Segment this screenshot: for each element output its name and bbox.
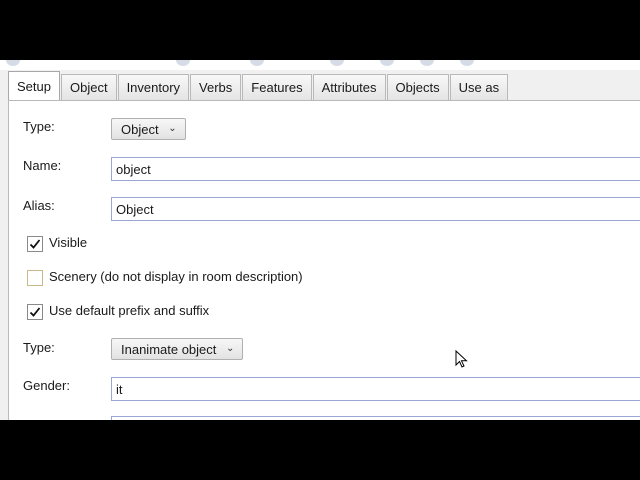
tab-inventory[interactable]: Inventory [117,74,190,100]
mouse-pointer-icon [455,349,469,373]
tab-bar: Setup Object Inventory Verbs Features At… [8,71,509,100]
scenery-checkbox[interactable] [27,270,43,286]
next-field[interactable] [111,416,640,420]
object-type-select-value: Inanimate object [121,341,217,357]
type2-label: Type: [23,340,55,355]
default-prefix-label: Use default prefix and suffix [49,303,210,318]
chevron-down-icon: ⌄ [168,123,177,134]
alias-field[interactable]: Object [111,197,640,221]
tab-verbs[interactable]: Verbs [190,74,242,100]
tab-attributes[interactable]: Attributes [312,74,386,100]
name-label: Name: [23,158,62,173]
setup-panel: Type: Object ⌄ Name: object Alias: Objec… [8,100,640,420]
object-type-select[interactable]: Inanimate object ⌄ [111,338,244,360]
tab-features[interactable]: Features [242,74,312,100]
scenery-label: Scenery (do not display in room descript… [49,269,303,284]
gender-label: Gender: [23,378,70,393]
type-label: Type: [23,119,55,134]
checkmark-icon [29,239,41,249]
tab-object[interactable]: Object [60,74,117,100]
type-select-value: Object [121,121,159,137]
name-field[interactable]: object [111,157,640,181]
chevron-down-icon: ⌄ [226,343,235,354]
visible-checkbox[interactable] [27,236,43,252]
tab-use-as[interactable]: Use as [449,74,509,100]
type-select[interactable]: Object ⌄ [111,118,186,140]
toolbar-strip [0,60,640,70]
gender-field[interactable]: it [111,377,640,401]
default-prefix-checkbox[interactable] [27,304,43,320]
visible-label: Visible [49,235,88,250]
tab-setup[interactable]: Setup [8,71,60,100]
tab-objects[interactable]: Objects [386,74,449,100]
checkmark-icon [29,307,41,317]
editor-window: Setup Object Inventory Verbs Features At… [0,60,640,420]
alias-label: Alias: [23,198,55,213]
